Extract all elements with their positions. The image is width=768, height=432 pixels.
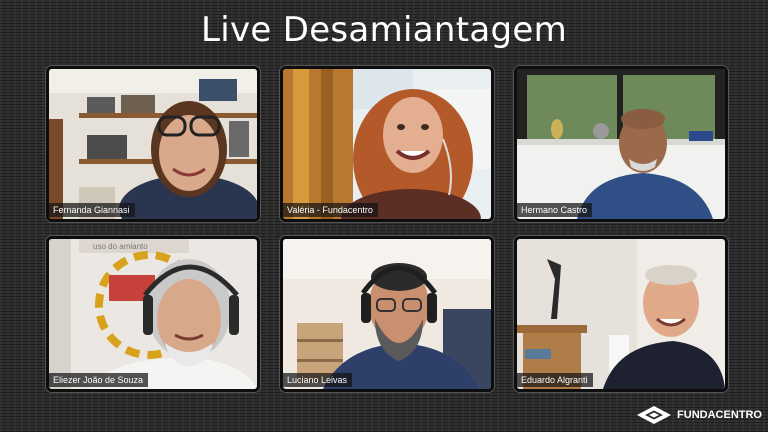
participant-name-label: Valéria - Fundacentro (283, 203, 378, 217)
video-tile-eliezer[interactable]: uso do amianto Eliezer João de Souza (46, 236, 260, 392)
video-tile-luciano[interactable]: Luciano Leivas (280, 236, 494, 392)
page-title: Live Desamiantagem (200, 10, 568, 50)
participant-name-label: Hermano Castro (517, 203, 593, 217)
fundacentro-logo: FUNDACENTRO (635, 404, 762, 426)
video-tile-hermano[interactable]: Hermano Castro (514, 66, 728, 222)
participant-video-fernanda (49, 69, 257, 219)
participant-video-valeria (283, 69, 491, 219)
participant-video-eliezer: uso do amianto (49, 239, 257, 389)
logo-text: FUNDACENTRO (677, 409, 762, 421)
participant-video-luciano (283, 239, 491, 389)
video-tile-eduardo[interactable]: Eduardo Algranti (514, 236, 728, 392)
video-tile-valeria[interactable]: Valéria - Fundacentro (280, 66, 494, 222)
participant-name-label: Luciano Leivas (283, 373, 353, 387)
participant-video-eduardo (517, 239, 725, 389)
fundacentro-logo-icon (637, 406, 672, 424)
video-tile-fernanda[interactable]: Fernanda Giannasi (46, 66, 260, 222)
participant-video-hermano (517, 69, 725, 219)
participant-name-label: Fernanda Giannasi (49, 203, 135, 217)
participant-name-label: Eliezer João de Souza (49, 373, 149, 387)
participant-name-label: Eduardo Algranti (517, 373, 593, 387)
svg-text:uso do amianto: uso do amianto (93, 242, 148, 251)
